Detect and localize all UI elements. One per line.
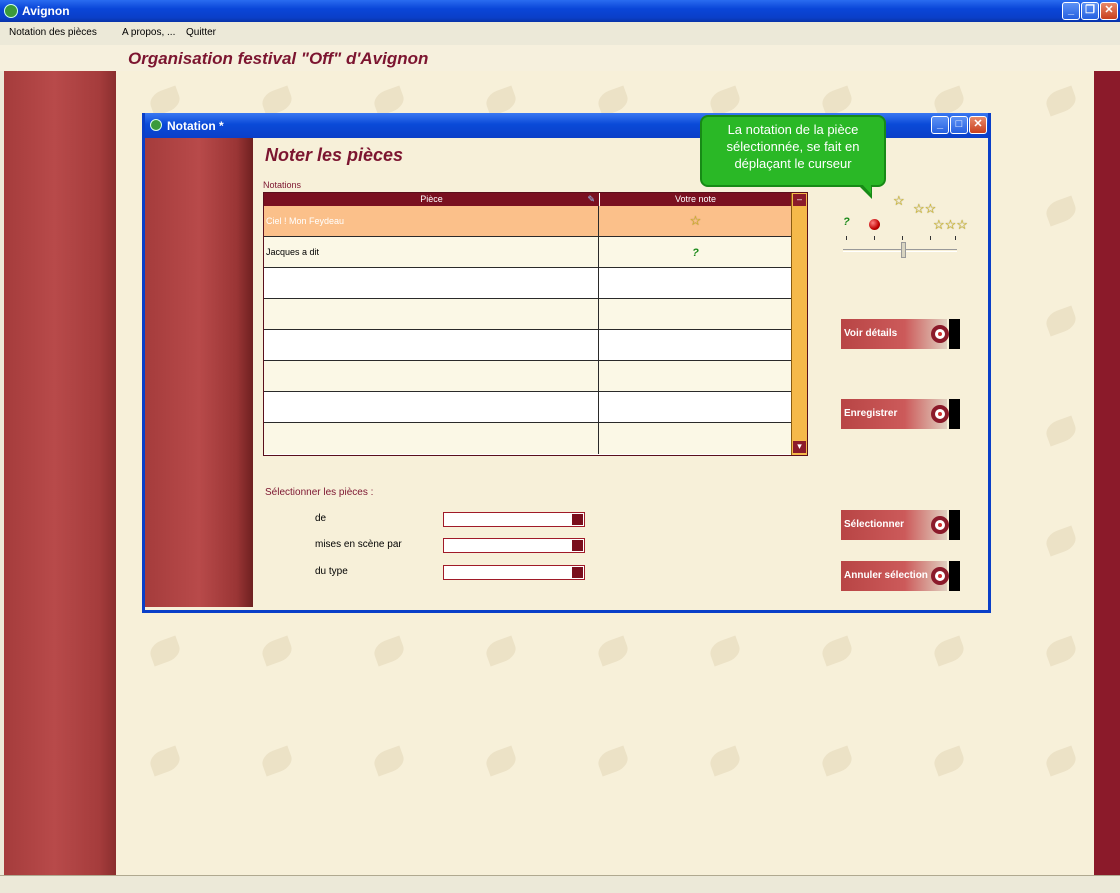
restore-icon[interactable]: ❐ [1081,2,1099,20]
section-title: Noter les pièces [265,145,404,165]
piece-cell: Ciel ! Mon Feydeau [264,206,599,237]
scroll-up-icon[interactable]: – [793,194,806,206]
dropdown-icon[interactable] [572,567,583,578]
left-decorative-band [4,71,116,875]
minimize-icon[interactable]: _ [931,116,949,134]
save-button[interactable]: Enregistrer [841,399,965,429]
piece-cell: Jacques a dit [264,237,599,268]
table-row[interactable]: Jacques a dit ? [264,237,791,268]
table-row[interactable]: Ciel ! Mon Feydeau ☆ [264,206,791,237]
notations-table: Pièce ✎ Votre note Ciel ! Mon Feydeau ☆ … [263,192,808,456]
window-icon [150,119,162,131]
scroll-down-icon[interactable]: ▾ [793,441,806,453]
director-combo[interactable] [443,538,585,553]
menu-quit[interactable]: Quitter [186,27,216,38]
close-icon[interactable]: ✕ [1100,2,1118,20]
table-row[interactable] [264,330,791,361]
window-decorative-band [145,138,253,607]
dropdown-icon[interactable] [572,514,583,525]
column-header-note[interactable]: Votre note [600,193,791,206]
column-header-piece[interactable]: Pièce ✎ [264,193,600,206]
app-icon [4,4,18,18]
rating-slider-thumb[interactable] [901,242,906,258]
page-title: Organisation festival "Off" d'Avignon [128,49,429,68]
author-combo[interactable] [443,512,585,527]
filter-type-label: du type [315,566,348,577]
rating-slider-track[interactable] [843,249,957,252]
app-titlebar: Avignon _ ❐ ✕ [0,0,1120,22]
note-cell: ? [692,247,699,259]
close-icon[interactable]: ✕ [969,116,987,134]
app-title: Avignon [22,4,70,18]
type-combo[interactable] [443,565,585,580]
sort-icon: ✎ [587,194,595,204]
filter-title: Sélectionner les pièces : [265,487,374,498]
select-button[interactable]: Sélectionner [841,510,965,540]
details-button[interactable]: Voir détails [841,319,965,349]
statusbar [0,875,1120,893]
button-knob-icon [931,567,949,585]
rating-indicator [869,219,880,230]
filter-author-label: de [315,513,327,524]
table-row[interactable] [264,361,791,392]
table-row[interactable] [264,268,791,299]
table-row[interactable] [264,392,791,423]
menubar: Notation des pièces A propos, ... Quitte… [0,22,1120,45]
button-knob-icon [931,405,949,423]
rating-level-three-icon: ☆☆☆ [933,217,968,232]
table-scrollbar[interactable]: – ▾ [791,193,807,455]
app-heading-bar: Organisation festival "Off" d'Avignon [0,45,1120,71]
right-decorative-band [1094,71,1120,875]
filter-director-label: mises en scène par [315,539,402,550]
table-row[interactable] [264,423,791,454]
table-row[interactable] [264,299,791,330]
dropdown-icon[interactable] [572,540,583,551]
rating-level-none: ? [843,216,850,228]
button-knob-icon [931,516,949,534]
tooltip-tail [858,183,872,199]
table-label: Notations [263,180,302,190]
minimize-icon[interactable]: _ [1062,2,1080,20]
menu-notation[interactable]: Notation des pièces [9,27,97,38]
rating-tooltip: La notation de la pièce sélectionnée, se… [700,115,886,187]
maximize-icon[interactable]: □ [950,116,968,134]
menu-about[interactable]: A propos, ... [122,27,175,38]
button-knob-icon [931,325,949,343]
cancel-selection-button[interactable]: Annuler sélection [841,561,965,591]
rating-level-one-icon: ☆ [893,193,905,208]
rating-level-two-icon: ☆☆ [913,201,937,216]
note-cell: ☆ [689,213,702,228]
notation-window-title: Notation * [167,119,224,133]
